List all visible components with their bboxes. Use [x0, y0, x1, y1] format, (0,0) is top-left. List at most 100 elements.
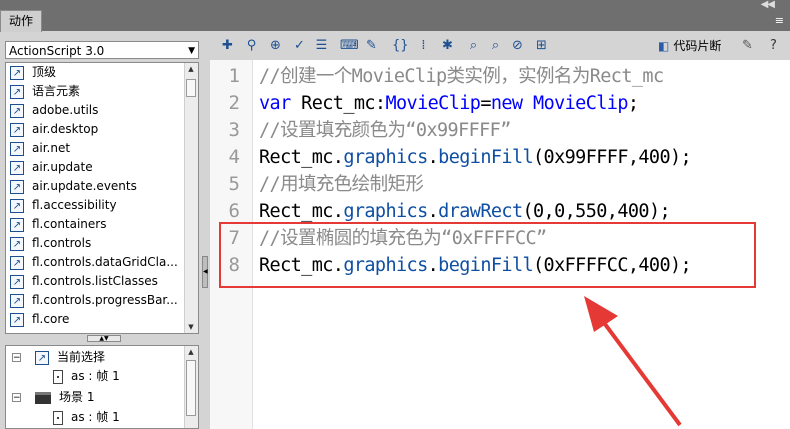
tree-item-current-selection[interactable]: − ↗ 当前选择 [12, 348, 105, 367]
library-item[interactable]: ↗ fl.controls.dataGridCla... [10, 253, 178, 272]
code-snippets-button[interactable]: ◧ 代码片断 [658, 38, 721, 54]
tree-item-scene[interactable]: − 场景 1 [12, 388, 94, 407]
code-token: beginFill [438, 147, 534, 168]
tree-item-label: 当前选择 [57, 350, 106, 364]
line-number: 1 [228, 65, 240, 87]
library-scrollbar[interactable]: ▲ ▼ [184, 63, 198, 333]
code-hint-icon[interactable]: ⌨ [340, 38, 359, 53]
library-item[interactable]: ↗ fl.core [10, 310, 69, 329]
code-token: MovieClip [385, 93, 481, 114]
code-token: . [427, 201, 439, 222]
line-number: 5 [228, 173, 240, 195]
library-item[interactable]: ↗ fl.controls [10, 234, 91, 253]
library-list: ↗ 顶级 ↗ 语言元素 ↗ adobe.utils ↗ air.desktop ↗ air.net… [5, 62, 199, 334]
collapse-icon[interactable]: ◀◀ [761, 0, 775, 10]
code-line[interactable]: var Rect_mc:MovieClip=new MovieClip; [259, 90, 639, 117]
code-token: ; [627, 93, 639, 114]
scroll-down-icon[interactable]: ▼ [185, 321, 197, 333]
scroll-thumb[interactable] [186, 79, 196, 97]
library-item-label: fl.controls.dataGridCla... [32, 255, 178, 269]
collapse-toolbox-icon[interactable]: ◀ [202, 256, 208, 288]
library-item[interactable]: ↗ fl.controls.progressBar... [10, 291, 178, 310]
tree-item-label: as : 帧 1 [71, 410, 120, 424]
tree-item-current-script[interactable]: as : 帧 1 [53, 367, 120, 386]
code-line[interactable]: //创建一个MovieClip类实例，实例名为Rect_mc [259, 63, 664, 90]
library-item[interactable]: ↗ air.update [10, 158, 93, 177]
code-token: //设置填充颜色为“0x99FFFF” [259, 120, 511, 141]
language-select[interactable]: ActionScript 3.0 ▼ [5, 41, 199, 59]
library-item[interactable]: ↗ fl.accessibility [10, 196, 117, 215]
book-icon: ↗ [10, 84, 24, 99]
code-token: var [259, 93, 291, 114]
code-token: Rect_mc: [290, 93, 386, 114]
library-item[interactable]: ↗ air.update.events [10, 177, 137, 196]
book-icon: ↗ [10, 198, 24, 213]
book-icon: ↗ [10, 312, 24, 327]
code-line[interactable]: Rect_mc.graphics.beginFill(0x99FFFF,400)… [259, 144, 692, 171]
find-icon[interactable]: ⚲ [244, 38, 259, 53]
library-item[interactable]: ↗ air.desktop [10, 120, 98, 139]
code-token: drawRect [438, 201, 523, 222]
library-item[interactable]: ↗ fl.controls.listClasses [10, 272, 158, 291]
apply-line-comment-icon[interactable]: ⌕ [488, 38, 503, 53]
debug-options-icon[interactable]: ✎ [364, 38, 379, 53]
line-number: 2 [228, 92, 240, 114]
panel-tab-actions[interactable]: 动作 [0, 10, 43, 32]
book-icon: ↗ [10, 103, 24, 118]
library-item-label: fl.controls.listClasses [32, 274, 158, 288]
panel-splitter[interactable]: ▲▼ [5, 335, 199, 343]
script-navigator: − ↗ 当前选择 as : 帧 1 − 场景 1 as : 帧 1 ▲ [5, 345, 199, 429]
actions-toolbox: ActionScript 3.0 ▼ ↗ 顶级 ↗ 语言元素 ↗ adobe.utils ↗… [0, 33, 208, 429]
code-token: = [480, 93, 491, 114]
auto-format-icon[interactable]: ☰ [314, 38, 329, 53]
library-item-label: adobe.utils [32, 103, 99, 117]
library-item[interactable]: ↗ fl.containers [10, 215, 106, 234]
collapse-tree-icon[interactable]: − [12, 393, 21, 403]
code-line[interactable]: //用填充色绘制矩形 [259, 171, 424, 198]
add-item-icon[interactable]: ✚ [220, 38, 235, 53]
collapse-selection-icon[interactable]: ⁞ [416, 38, 431, 53]
scroll-thumb[interactable] [186, 360, 196, 416]
book-icon: ↗ [10, 160, 24, 175]
book-icon: ↗ [10, 141, 24, 156]
apply-block-comment-icon[interactable]: ⌕ [466, 38, 481, 53]
scene-icon [35, 391, 51, 404]
collapse-braces-icon[interactable]: {} [392, 38, 409, 53]
tree-item-label: 场景 1 [59, 390, 95, 404]
help-icon[interactable]: ? [766, 38, 781, 53]
scroll-up-icon[interactable]: ▲ [185, 63, 197, 75]
library-item[interactable]: ↗ adobe.utils [10, 101, 98, 120]
scroll-up-icon[interactable]: ▲ [185, 346, 197, 358]
code-token: Rect_mc. [259, 201, 344, 222]
library-item[interactable]: ↗ 顶级 [10, 63, 56, 82]
editor-toolbar: ✚ ⚲ ⊕ ✓ ☰ ⌨ ✎ {} ⁞ ✱ ⌕ ⌕ ⊘ ⊞ ◧ 代码片断 ✎ ? [208, 33, 790, 59]
library-item-label: 顶级 [32, 65, 57, 79]
language-select-value: ActionScript 3.0 [9, 44, 105, 58]
collapse-tree-icon[interactable]: − [12, 353, 21, 363]
library-item-label: fl.accessibility [32, 198, 117, 212]
splitter-grip-icon[interactable]: ▲▼ [87, 335, 121, 342]
panel-menu-icon[interactable]: ≡ [775, 14, 784, 27]
book-icon: ↗ [10, 293, 24, 308]
remove-comment-icon[interactable]: ⊘ [510, 38, 525, 53]
code-token: new [490, 93, 523, 114]
tree-scrollbar[interactable]: ▲ [184, 346, 198, 428]
library-item[interactable]: ↗ air.net [10, 139, 70, 158]
code-line[interactable]: Rect_mc.graphics.drawRect(0,0,550,400); [259, 198, 671, 225]
check-syntax-icon[interactable]: ✓ [292, 38, 307, 53]
target-path-icon[interactable]: ⊕ [268, 38, 283, 53]
expand-all-icon[interactable]: ✱ [440, 38, 455, 53]
code-token: graphics [343, 147, 428, 168]
code-token: Rect_mc. [259, 147, 344, 168]
code-snippets-label: 代码片断 [673, 39, 722, 53]
show-hide-toolbox-icon[interactable]: ⊞ [534, 38, 549, 53]
book-icon: ↗ [10, 217, 24, 232]
book-icon: ↗ [10, 255, 24, 270]
library-item[interactable]: ↗ 语言元素 [10, 82, 80, 101]
panel-titlebar: 动作 ◀◀ ≡ [0, 0, 790, 32]
book-icon: ↗ [10, 274, 24, 289]
wand-icon[interactable]: ✎ [740, 38, 755, 53]
tree-item-scene-script[interactable]: as : 帧 1 [53, 408, 120, 427]
code-line[interactable]: //设置填充颜色为“0x99FFFF” [259, 117, 511, 144]
